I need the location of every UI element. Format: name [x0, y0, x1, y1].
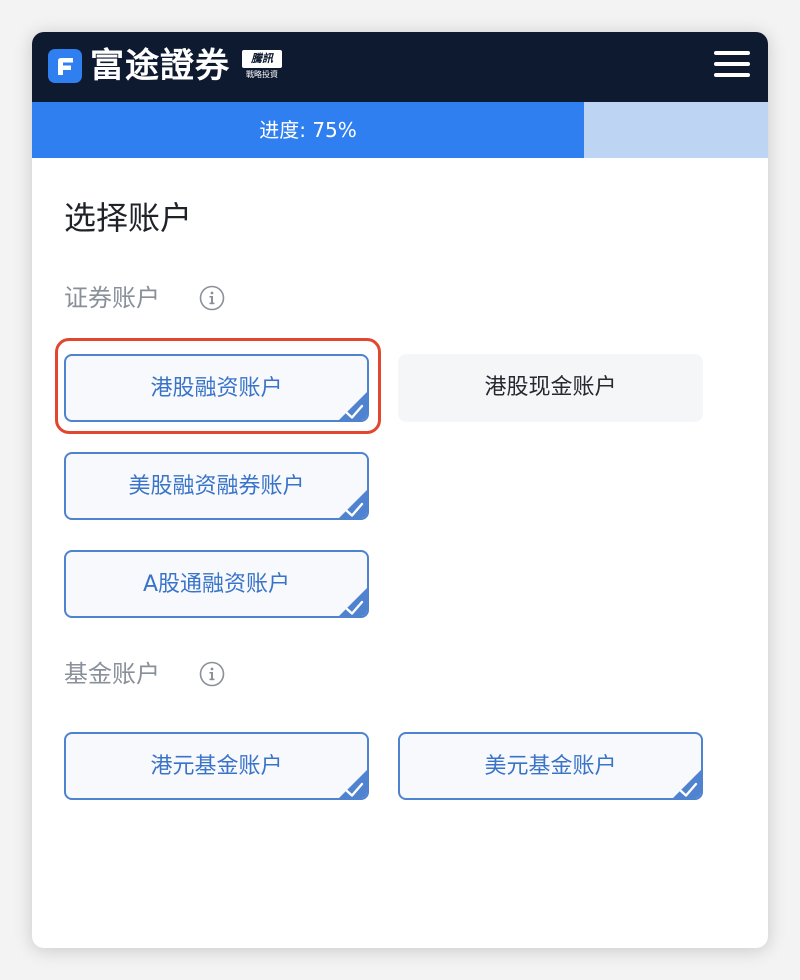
- partner-badge-name: 騰訊: [242, 50, 282, 68]
- securities-section-label: 证券账户: [64, 284, 160, 312]
- check-corner-icon: [339, 490, 367, 518]
- brand-name: 富途證券: [90, 46, 230, 86]
- account-hk-margin-button[interactable]: 港股融资账户: [64, 354, 369, 422]
- page-title: 选择账户: [64, 199, 193, 237]
- partner-badge-subtitle: 戰略投資: [246, 70, 278, 79]
- account-label: 港元基金账户: [150, 754, 283, 779]
- account-label: A股通融资账户: [142, 572, 291, 597]
- check-corner-icon: [339, 588, 367, 616]
- progress-label: 进度: 75%: [259, 118, 357, 142]
- account-label: 美元基金账户: [484, 754, 617, 779]
- account-a-share-margin-button[interactable]: A股通融资账户: [64, 550, 369, 618]
- check-corner-icon: [339, 392, 367, 420]
- account-label: 港股现金账户: [484, 375, 617, 400]
- futu-logo-icon: [48, 49, 82, 83]
- top-navbar: 富途證券 騰訊 戰略投資: [32, 32, 768, 102]
- account-hkd-fund-button[interactable]: 港元基金账户: [64, 732, 369, 800]
- check-corner-icon: [339, 770, 367, 798]
- account-usd-fund-button[interactable]: 美元基金账户: [398, 732, 703, 800]
- account-hk-cash-button[interactable]: 港股现金账户: [398, 354, 703, 422]
- info-circle-icon[interactable]: [199, 285, 225, 311]
- info-circle-icon[interactable]: [199, 661, 225, 687]
- partner-badge: 騰訊 戰略投資: [242, 50, 282, 80]
- account-label: 美股融资融券账户: [128, 474, 305, 499]
- account-us-margin-button[interactable]: 美股融资融券账户: [64, 452, 369, 520]
- app-window: 富途證券 騰訊 戰略投資 进度: 75% 选择账户 证券账户 港股融资账户 港股: [32, 32, 768, 948]
- account-label: 港股融资账户: [150, 376, 283, 401]
- check-corner-icon: [673, 770, 701, 798]
- funds-section-label: 基金账户: [64, 660, 160, 688]
- progress-bar: 进度: 75%: [32, 102, 768, 158]
- hamburger-menu-icon[interactable]: [714, 49, 750, 79]
